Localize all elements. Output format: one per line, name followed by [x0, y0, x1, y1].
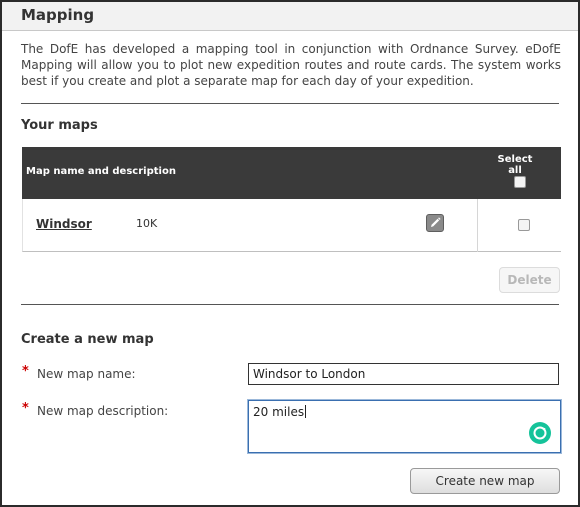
- row-select-checkbox[interactable]: [518, 219, 530, 231]
- intro-text: The DofE has developed a mapping tool in…: [21, 42, 561, 88]
- your-maps-title: Your maps: [21, 118, 98, 133]
- map-name-label: New map name:: [37, 367, 136, 381]
- required-marker: *: [22, 364, 29, 379]
- select-all-checkbox[interactable]: [514, 176, 526, 188]
- column-header-name: Map name and description: [26, 166, 176, 177]
- column-divider: [477, 199, 478, 252]
- map-name-link[interactable]: Windsor: [36, 217, 92, 231]
- map-name-input[interactable]: Windsor to London: [248, 363, 559, 385]
- table-row: Windsor 10K: [22, 199, 561, 252]
- map-description-value: 20 miles: [253, 405, 305, 419]
- panel-header: Mapping: [2, 2, 578, 31]
- required-marker: *: [22, 401, 29, 416]
- delete-button[interactable]: Delete: [499, 267, 560, 293]
- map-description-input[interactable]: 20 miles: [248, 400, 561, 453]
- text-cursor: [305, 405, 307, 418]
- page-title: Mapping: [21, 6, 95, 24]
- maps-table: Map name and description Select all Wind…: [22, 147, 561, 254]
- column-header-select-all: Select all: [497, 154, 533, 176]
- map-description-label: New map description:: [37, 404, 169, 418]
- divider: [21, 304, 559, 305]
- create-map-title: Create a new map: [21, 332, 154, 347]
- mapping-panel: Mapping The DofE has developed a mapping…: [0, 0, 580, 507]
- grammar-check-icon[interactable]: [529, 422, 551, 444]
- pencil-icon[interactable]: [426, 214, 444, 232]
- table-header: Map name and description Select all: [22, 147, 561, 199]
- create-new-map-button[interactable]: Create new map: [410, 468, 560, 494]
- map-description: 10K: [136, 217, 158, 230]
- divider: [21, 103, 559, 104]
